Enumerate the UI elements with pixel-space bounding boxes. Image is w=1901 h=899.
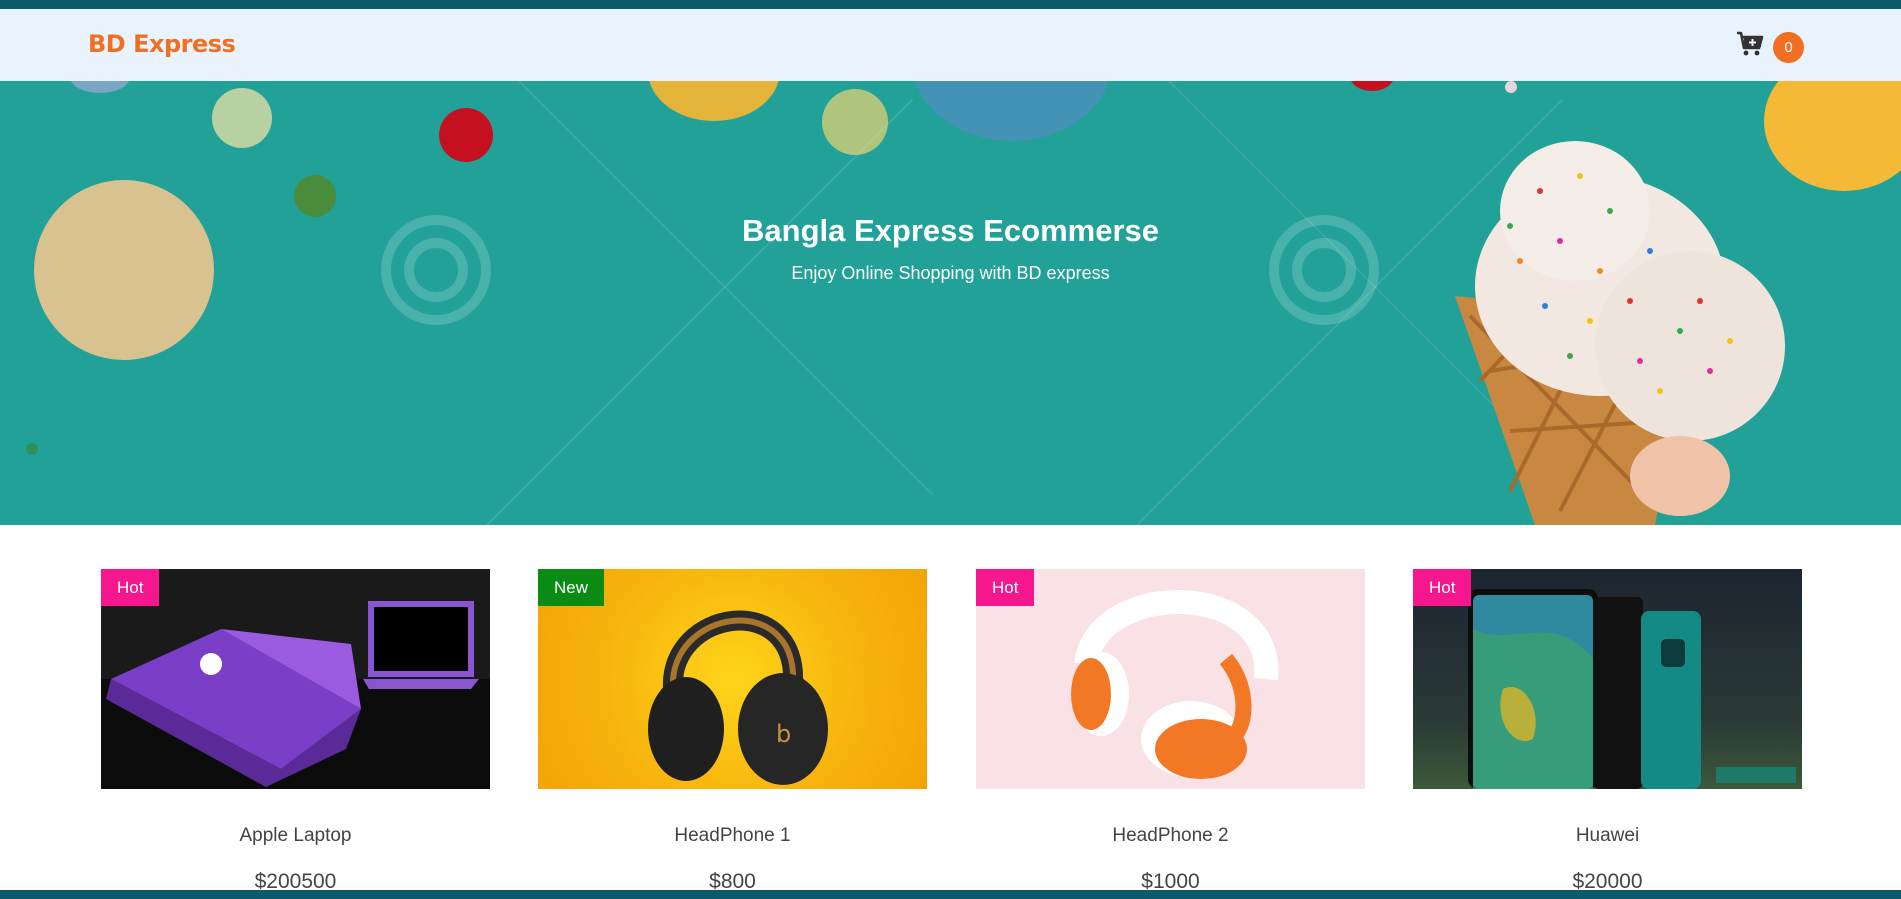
navbar: BD Express 0 (0, 9, 1901, 81)
product-name[interactable]: HeadPhone 1 (538, 825, 927, 847)
hero-bubble (822, 89, 888, 155)
svg-text:b: b (776, 720, 791, 748)
hot-tag: Hot (976, 569, 1035, 606)
hot-tag: Hot (1413, 569, 1472, 606)
bottom-accent-strip (0, 890, 1901, 899)
hot-tag: Hot (101, 569, 160, 606)
hero-title: Bangla Express Ecommerse (742, 213, 1159, 248)
ice-cream-cone-image (1455, 141, 1785, 525)
product-image-huawei[interactable]: Hot (1413, 569, 1802, 789)
hero-bubble (912, 81, 1112, 141)
hero-banner: Bangla Express Ecommerse Enjoy Online Sh… (0, 81, 1901, 525)
hero-bubble (439, 108, 493, 162)
product-card[interactable]: Hot (976, 569, 1365, 789)
product-image-headphone-2[interactable]: Hot (976, 569, 1365, 789)
hero-bubble (70, 81, 130, 93)
brand-logo[interactable]: BD Express (88, 30, 236, 58)
product-card[interactable]: b New (538, 569, 927, 789)
top-accent-strip (0, 0, 1901, 9)
watermark-line (459, 98, 914, 525)
product-card[interactable]: Hot (101, 569, 490, 789)
hero-bubble (294, 175, 336, 217)
hero-bubble (1505, 81, 1517, 93)
hero-subtitle: Enjoy Online Shopping with BD express (791, 263, 1110, 283)
cart-count-badge[interactable]: 0 (1773, 32, 1804, 63)
cart-plus-icon[interactable] (1736, 31, 1764, 57)
product-image-headphone-1[interactable]: b New (538, 569, 927, 789)
hero-bubble (648, 81, 780, 121)
hero-bubble (26, 443, 38, 455)
hero-bubble (212, 88, 272, 148)
product-card[interactable]: Hot (1413, 569, 1802, 789)
product-name[interactable]: Huawei (1413, 825, 1802, 847)
product-name[interactable]: Apple Laptop (101, 825, 490, 847)
hero-bubble (1350, 81, 1394, 91)
product-name[interactable]: HeadPhone 2 (976, 825, 1365, 847)
product-image-laptop[interactable]: Hot (101, 569, 490, 789)
new-tag: New (538, 569, 605, 606)
